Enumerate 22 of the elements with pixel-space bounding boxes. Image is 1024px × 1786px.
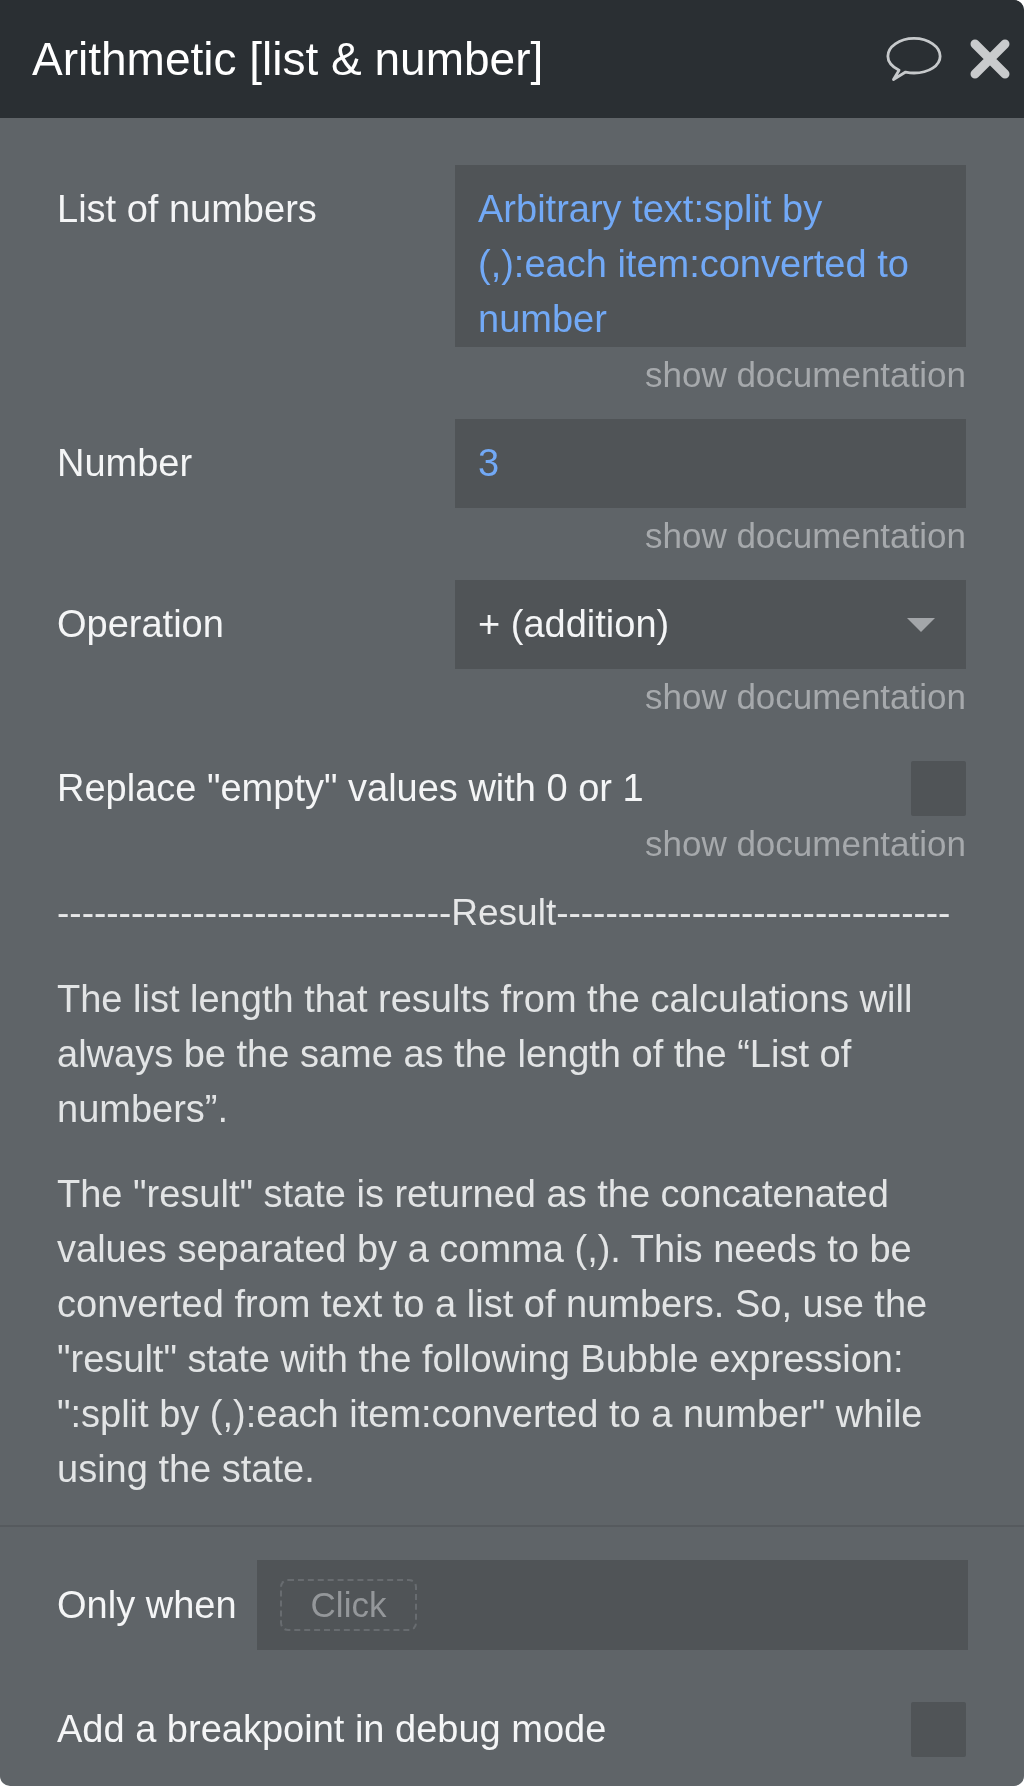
documentation-link[interactable]: show documentation <box>644 353 966 397</box>
field-label: Number <box>57 442 193 484</box>
operation-dropdown[interactable]: + (addition) <box>455 580 966 669</box>
panel-title: Arithmetic [list & number] <box>32 32 544 87</box>
expression-field[interactable]: 3 <box>455 419 966 508</box>
click-placeholder[interactable]: Click <box>280 1579 417 1631</box>
close-icon[interactable] <box>970 39 1010 79</box>
caret-icon <box>907 617 935 632</box>
description-text: The list length that results from the calculations will always be the same as the length of the “List of numbers”. <box>57 977 914 1132</box>
field-label: Add a breakpoint in debug mode <box>57 1707 607 1752</box>
documentation-link[interactable]: show documentation <box>644 822 966 866</box>
condition-field[interactable]: Click <box>257 1560 968 1650</box>
documentation-link[interactable]: show documentation <box>644 675 966 719</box>
result-heading: --------------------------------Result-------------------------------- <box>57 891 952 935</box>
description-text: The "result" state is returned as the concatenated values separated by a comma (,). This needs to be converted from text to a list of numbers. So, use the "result" state with the following Bubble expression: ":split by (,):each item:converted to a number" while using the state. <box>57 1172 929 1492</box>
field-label: Replace "empty" values with 0 or 1 <box>57 766 644 811</box>
speech-bubble-icon[interactable] <box>886 35 942 83</box>
field-label: List of numbers <box>57 188 317 230</box>
documentation-link[interactable]: show documentation <box>644 514 966 558</box>
field-label: Operation <box>57 602 224 647</box>
expression-field[interactable]: Arbitrary text:split by (,):each item:converted to number <box>455 165 966 347</box>
field-label: Only when <box>57 1582 237 1628</box>
